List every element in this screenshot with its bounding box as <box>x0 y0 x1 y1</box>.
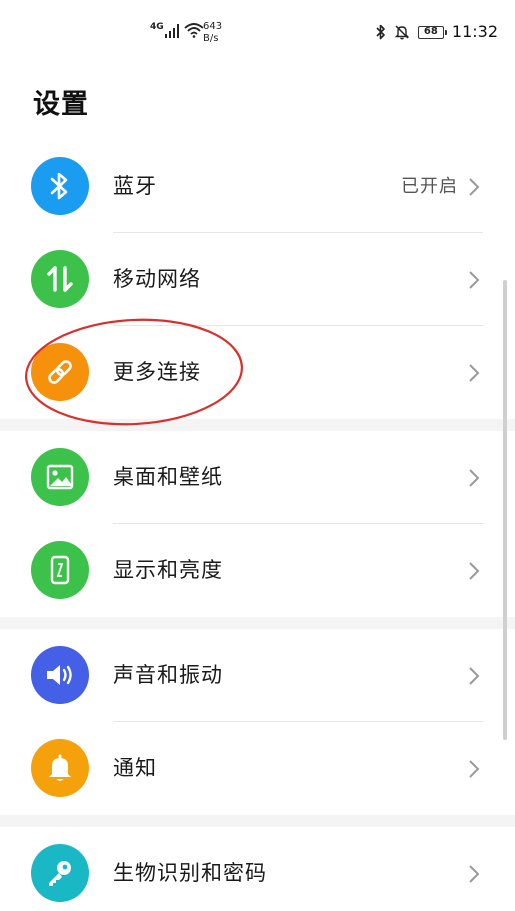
settings-item-notifications[interactable]: 通知 <box>0 722 515 815</box>
settings-item-label: 声音和振动 <box>113 663 223 687</box>
display-icon-badge <box>31 541 89 599</box>
chevron-right-icon <box>469 364 480 382</box>
phone-brightness-icon <box>50 555 70 585</box>
bell-icon <box>49 754 71 781</box>
chevron-right-icon <box>469 667 480 685</box>
settings-item-label: 移动网络 <box>113 267 201 291</box>
settings-item-display[interactable]: 显示和亮度 <box>0 524 515 617</box>
signal-icon <box>164 24 179 38</box>
bluetooth-icon-badge <box>31 157 89 215</box>
key-icon <box>49 861 71 886</box>
settings-item-sound[interactable]: 声音和振动 <box>0 629 515 722</box>
clock: 11:32 <box>451 22 498 41</box>
notifications-icon-badge <box>31 739 89 797</box>
mute-bell-icon <box>394 25 410 40</box>
chevron-right-icon <box>469 271 480 289</box>
settings-item-bluetooth[interactable]: 蓝牙 已开启 <box>0 140 515 233</box>
settings-item-label: 更多连接 <box>113 360 201 384</box>
battery-level: 68 <box>423 26 438 37</box>
settings-item-mobile-network[interactable]: 移动网络 <box>0 233 515 326</box>
biometrics-icon-badge <box>31 844 89 902</box>
chevron-right-icon <box>469 865 480 883</box>
mobile-data-icon <box>47 266 73 292</box>
battery-indicator: 68 <box>417 25 447 39</box>
settings-item-label: 生物识别和密码 <box>113 861 267 885</box>
group-separator <box>0 419 515 431</box>
wallpaper-icon-badge <box>31 448 89 506</box>
network-indicators: 4G <box>150 22 204 38</box>
settings-item-wallpaper[interactable]: 桌面和壁纸 <box>0 431 515 524</box>
network-type: 4G <box>150 22 164 32</box>
bluetooth-status-value: 已开启 <box>401 176 458 197</box>
settings-list: 蓝牙 已开启 移动网络 更多连接 桌面和壁纸 显示和亮度 声音和振动 通知 生物… <box>0 140 515 911</box>
settings-item-label: 显示和亮度 <box>113 558 223 582</box>
link-icon <box>48 360 72 384</box>
chevron-right-icon <box>469 562 480 580</box>
network-speed: 643 B/s <box>203 21 233 45</box>
network-speed-value: 643 <box>203 21 223 32</box>
image-icon <box>46 464 74 490</box>
group-separator <box>0 617 515 629</box>
settings-item-label: 通知 <box>113 756 157 780</box>
bluetooth-icon <box>50 172 68 200</box>
status-bar: 4G 643 B/s 68 11:32 <box>0 0 515 64</box>
settings-item-more-connections[interactable]: 更多连接 <box>0 326 515 419</box>
scrollbar[interactable] <box>503 280 507 740</box>
speaker-icon <box>47 665 72 685</box>
wifi-icon <box>184 23 204 38</box>
group-separator <box>0 815 515 827</box>
network-speed-unit: B/s <box>203 33 219 44</box>
bluetooth-status-icon <box>376 24 385 40</box>
settings-item-biometrics[interactable]: 生物识别和密码 <box>0 827 515 911</box>
chevron-right-icon <box>469 469 480 487</box>
sound-icon-badge <box>31 646 89 704</box>
chevron-right-icon <box>469 178 480 196</box>
settings-item-label: 蓝牙 <box>113 174 157 198</box>
mobile-network-icon-badge <box>31 250 89 308</box>
status-right: 68 11:32 <box>376 22 498 42</box>
settings-screen: 4G 643 B/s 68 11:32 设置 蓝牙 已开启 移动网络 更多连接 … <box>0 0 515 911</box>
settings-item-label: 桌面和壁纸 <box>113 465 223 489</box>
chevron-right-icon <box>469 760 480 778</box>
page-title: 设置 <box>33 89 89 120</box>
more-connections-icon-badge <box>31 343 89 401</box>
